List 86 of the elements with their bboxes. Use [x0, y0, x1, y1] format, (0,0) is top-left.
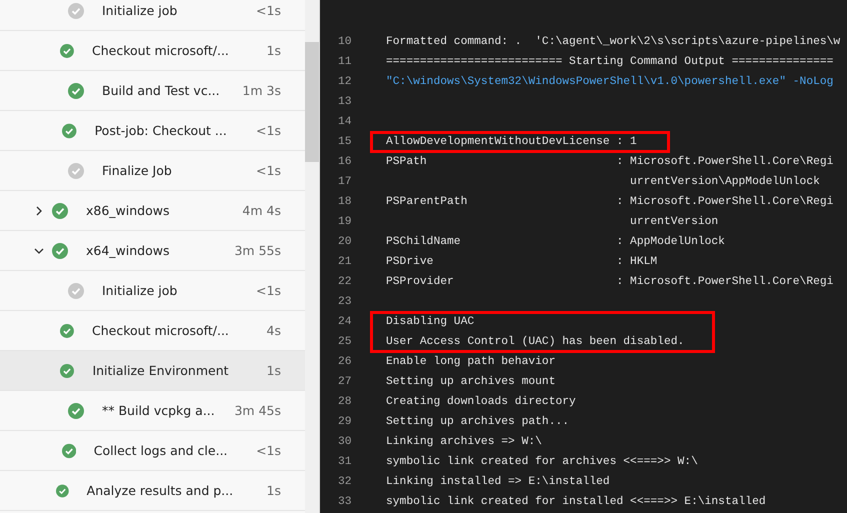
step-duration: <1s — [255, 283, 282, 298]
step-name: Checkout microsoft/... — [92, 43, 229, 58]
log-text: Setting up archives mount — [385, 376, 556, 388]
step-name: x64_windows — [86, 243, 170, 258]
line-number: 10 — [337, 36, 353, 48]
step-name: x86_windows — [86, 203, 170, 218]
line-number: 24 — [337, 316, 353, 328]
log-text: Formatted command: . 'C:\agent\_work\2\s\scripts\azure-pipelines\w — [385, 36, 840, 48]
step-duration: <1s — [255, 163, 282, 178]
log-text: symbolic link created for archives <<===>> W:\ — [385, 456, 698, 468]
log-text: ========================== Starting Command Output =============== — [385, 56, 834, 68]
step-name: Initialize job — [102, 283, 178, 298]
step-name: Collect logs and cle... — [94, 443, 228, 458]
step-duration: 1s — [266, 43, 282, 58]
pipeline-step-row[interactable]: Analyze results and p... 1s — [0, 471, 305, 511]
pipeline-step-row[interactable]: Initialize job <1s — [0, 271, 305, 311]
line-number: 15 — [337, 136, 353, 148]
line-number: 25 — [337, 336, 353, 348]
line-number: 33 — [337, 496, 353, 508]
line-number: 30 — [337, 436, 353, 448]
scrollbar-thumb[interactable] — [305, 42, 319, 162]
line-number: 12 — [337, 76, 353, 88]
line-number: 13 — [337, 96, 353, 108]
pipeline-step-row[interactable]: x86_windows 4m 4s — [0, 191, 305, 231]
line-number: 16 — [337, 156, 353, 168]
log-text: AllowDevelopmentWithoutDevLicense : 1 — [385, 136, 637, 148]
step-duration: 3m 55s — [233, 243, 282, 258]
log-text: Disabling UAC — [385, 316, 474, 328]
line-number: 32 — [337, 476, 353, 488]
line-number: 14 — [337, 116, 353, 128]
line-number: 20 — [337, 236, 353, 248]
pipeline-step-row[interactable]: ** Build vcpkg a... 3m 45s — [0, 391, 305, 431]
line-number: 26 — [337, 356, 353, 368]
log-text: PSChildName : AppModelUnlock — [385, 236, 725, 248]
log-text: PSProvider : Microsoft.PowerShell.Core\Regi — [385, 276, 834, 288]
step-duration: <1s — [255, 3, 282, 18]
step-duration: 1s — [266, 363, 282, 378]
step-name: ** Build vcpkg a... — [102, 403, 216, 418]
chevron-icon[interactable] — [34, 206, 44, 216]
step-duration: <1s — [255, 123, 282, 138]
pipeline-step-row[interactable]: Initialize job <1s — [0, 0, 305, 31]
log-text: PSDrive : HKLM — [385, 256, 658, 268]
log-text: urrentVersion\AppModelUnlock — [629, 176, 820, 188]
line-number: 19 — [337, 216, 353, 228]
line-number: 11 — [337, 56, 353, 68]
step-name: Initialize Environment — [92, 363, 229, 378]
step-name: Checkout microsoft/... — [92, 323, 229, 338]
line-number: 28 — [337, 396, 353, 408]
step-duration: 4m 4s — [241, 203, 282, 218]
pipeline-step-row[interactable]: Checkout microsoft/... 1s — [0, 31, 305, 71]
line-number: 17 — [337, 176, 353, 188]
pipeline-step-row[interactable]: Collect logs and cle... <1s — [0, 431, 305, 471]
step-name: Initialize job — [102, 3, 178, 18]
chevron-icon[interactable] — [34, 246, 44, 256]
step-name: Build and Test vc... — [102, 83, 221, 98]
line-number: 21 — [337, 256, 353, 268]
line-number: 22 — [337, 276, 353, 288]
step-duration: 1m 3s — [241, 83, 282, 98]
log-text: Setting up archives path... — [385, 416, 570, 428]
pipeline-step-row[interactable]: Finalize Job <1s — [0, 151, 305, 191]
step-duration: 4s — [266, 323, 282, 338]
line-number: 29 — [337, 416, 353, 428]
step-name: Post-job: Checkout ... — [94, 123, 227, 138]
step-duration: 1s — [266, 483, 282, 498]
log-text: User Access Control (UAC) has been disabled. — [385, 336, 684, 348]
log-text: Creating downloads directory — [385, 396, 576, 408]
log-text: PSParentPath : Microsoft.PowerShell.Core\Regi — [385, 196, 834, 208]
log-text: symbolic link created for installed <<===>> E:\installed — [385, 496, 766, 508]
log-text: Linking installed => E:\installed — [385, 476, 610, 488]
line-number: 23 — [337, 296, 353, 308]
pipeline-step-row[interactable]: x64_windows 3m 55s — [0, 231, 305, 271]
step-duration: 3m 45s — [233, 403, 282, 418]
pipeline-step-row[interactable]: Post-job: Checkout ... <1s — [0, 111, 305, 151]
log-text: urrentVersion — [629, 216, 718, 228]
log-text: Linking archives => W:\ — [385, 436, 542, 448]
step-duration: <1s — [255, 443, 282, 458]
line-number: 18 — [337, 196, 353, 208]
line-number: 31 — [337, 456, 353, 468]
step-name: Finalize Job — [102, 163, 173, 178]
pipeline-step-row[interactable]: Build and Test vc... 1m 3s — [0, 71, 305, 111]
step-name: Analyze results and p... — [86, 483, 234, 498]
log-text: PSPath : Microsoft.PowerShell.Core\Regi — [385, 156, 834, 168]
pipeline-step-row[interactable]: Initialize Environment 1s — [0, 351, 305, 391]
log-text: "C:\windows\System32\WindowsPowerShell\v1.0\powershell.exe" -NoLog — [385, 76, 834, 88]
log-text: Enable long path behavior — [385, 356, 556, 368]
line-number: 27 — [337, 376, 353, 388]
